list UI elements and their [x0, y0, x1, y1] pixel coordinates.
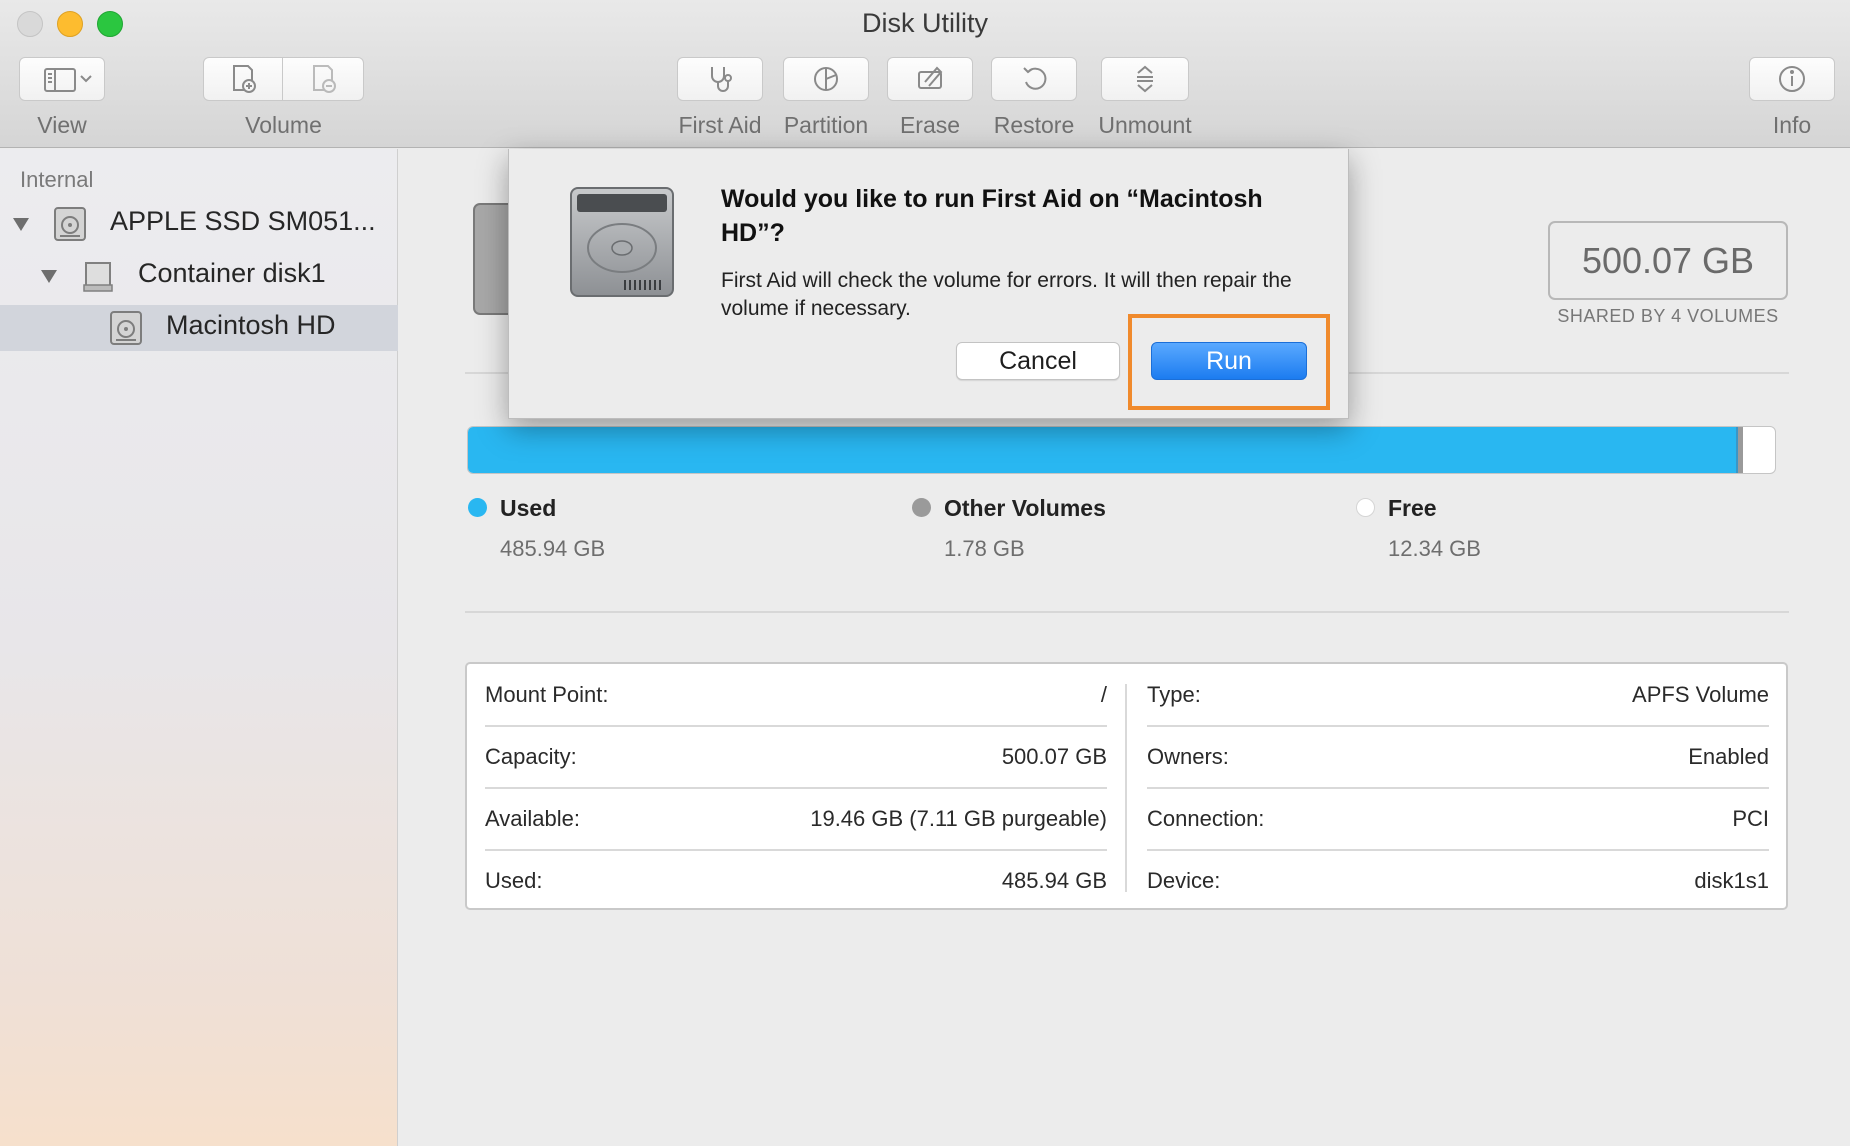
- info-row-used: Used: 485.94 GB: [485, 850, 1107, 912]
- container-icon: [83, 262, 113, 292]
- sidebar-item-apple-ssd[interactable]: APPLE SSD SM051...: [0, 201, 398, 247]
- free-legend-value: 12.34 GB: [1388, 536, 1481, 561]
- info-row-capacity: Capacity: 500.07 GB: [485, 726, 1107, 788]
- restore-button[interactable]: [991, 57, 1077, 101]
- info-key: Mount Point:: [485, 682, 609, 707]
- eject-icon: [1137, 65, 1153, 93]
- unmount-label: Unmount: [1098, 112, 1192, 138]
- sidebar-view-icon: [44, 68, 92, 92]
- usage-bar: [467, 426, 1776, 474]
- disclosure-triangle-icon[interactable]: [13, 218, 29, 231]
- info-key: Available:: [485, 806, 580, 831]
- info-row-owners: Owners: Enabled: [1147, 726, 1769, 788]
- info-key: Type:: [1147, 682, 1201, 707]
- hard-drive-icon: [570, 187, 674, 297]
- volume-icon: [110, 311, 142, 345]
- first-aid-button[interactable]: [677, 57, 763, 101]
- erase-label: Erase: [899, 112, 961, 138]
- erase-button[interactable]: [887, 57, 973, 101]
- capacity-shared-label: SHARED BY 4 VOLUMES: [1557, 306, 1779, 326]
- info-value: 485.94 GB: [1001, 868, 1107, 893]
- info-value: 500.07 GB: [1001, 744, 1107, 769]
- info-value: APFS Volume: [1632, 682, 1769, 707]
- info-value: PCI: [1732, 806, 1769, 831]
- volume-info-table: Mount Point: / Capacity: 500.07 GB Avail…: [465, 662, 1788, 910]
- sidebar-item-macintosh-hd[interactable]: Macintosh HD: [0, 305, 398, 351]
- info-button[interactable]: [1749, 57, 1835, 101]
- info-key: Capacity:: [485, 744, 577, 769]
- stethoscope-icon: [711, 67, 732, 92]
- title-bar: Disk Utility View Volume First Aid Parti: [0, 0, 1850, 148]
- sidebar: Internal APPLE SSD SM051... Container di…: [0, 149, 398, 1146]
- view-label: View: [37, 112, 87, 138]
- info-value: disk1s1: [1694, 868, 1769, 893]
- free-legend-dot: [1356, 498, 1375, 517]
- other-volumes-legend-value: 1.78 GB: [944, 536, 1025, 561]
- info-key: Device:: [1147, 868, 1221, 893]
- usage-used-segment: [468, 427, 1738, 473]
- remove-volume-button[interactable]: [282, 57, 364, 101]
- run-button-highlight: [1128, 314, 1330, 410]
- capacity-display: 500.07 GB: [1548, 221, 1788, 300]
- dialog-title: Would you like to run First Aid on “Maci…: [721, 185, 1263, 247]
- divider: [465, 611, 1789, 613]
- info-row-device: Device: disk1s1: [1147, 850, 1769, 912]
- add-volume-icon: [233, 65, 256, 93]
- other-volumes-legend-label: Other Volumes: [944, 495, 1106, 521]
- free-legend-label: Free: [1388, 495, 1437, 521]
- info-icon: [1779, 66, 1805, 92]
- info-key: Connection:: [1147, 806, 1265, 831]
- info-key: Owners:: [1147, 744, 1229, 769]
- volume-large-icon: [473, 203, 512, 315]
- cancel-button[interactable]: Cancel: [956, 342, 1120, 380]
- sidebar-item-container-disk1[interactable]: Container disk1: [0, 253, 398, 299]
- used-legend-dot: [468, 498, 487, 517]
- unmount-button[interactable]: [1101, 57, 1189, 101]
- view-button[interactable]: [19, 57, 105, 101]
- used-legend-value: 485.94 GB: [500, 536, 606, 561]
- sidebar-item-label: Macintosh HD: [166, 310, 336, 340]
- info-row-connection: Connection: PCI: [1147, 788, 1769, 850]
- info-row-mount-point: Mount Point: /: [485, 664, 1107, 726]
- first-aid-label: First Aid: [678, 112, 762, 138]
- info-value: /: [1100, 682, 1107, 707]
- info-key: Used:: [485, 868, 543, 893]
- other-volumes-legend-dot: [912, 498, 931, 517]
- internal-disk-icon: [54, 207, 86, 241]
- remove-volume-icon: [313, 65, 336, 93]
- partition-icon: [814, 67, 838, 91]
- partition-label: Partition: [783, 112, 869, 138]
- erase-icon: [918, 66, 943, 89]
- disclosure-triangle-icon[interactable]: [41, 270, 57, 283]
- sidebar-item-label: APPLE SSD SM051...: [110, 206, 376, 236]
- sidebar-item-label: Container disk1: [138, 258, 326, 288]
- volume-label: Volume: [245, 112, 322, 138]
- sidebar-section-header: Internal: [20, 167, 94, 192]
- info-row-available: Available: 19.46 GB (7.11 GB purgeable): [485, 788, 1107, 850]
- restore-label: Restore: [993, 112, 1075, 138]
- column-divider: [1125, 684, 1127, 892]
- add-volume-button[interactable]: [203, 57, 283, 101]
- partition-button[interactable]: [783, 57, 869, 101]
- info-row-type: Type: APFS Volume: [1147, 664, 1769, 726]
- used-legend-label: Used: [500, 495, 557, 521]
- restore-icon: [1023, 67, 1047, 90]
- info-value: 19.46 GB (7.11 GB purgeable): [810, 806, 1107, 831]
- window-title: Disk Utility: [862, 8, 988, 38]
- info-label: Info: [1772, 112, 1812, 138]
- info-value: Enabled: [1688, 744, 1769, 769]
- usage-other-segment: [1738, 427, 1743, 473]
